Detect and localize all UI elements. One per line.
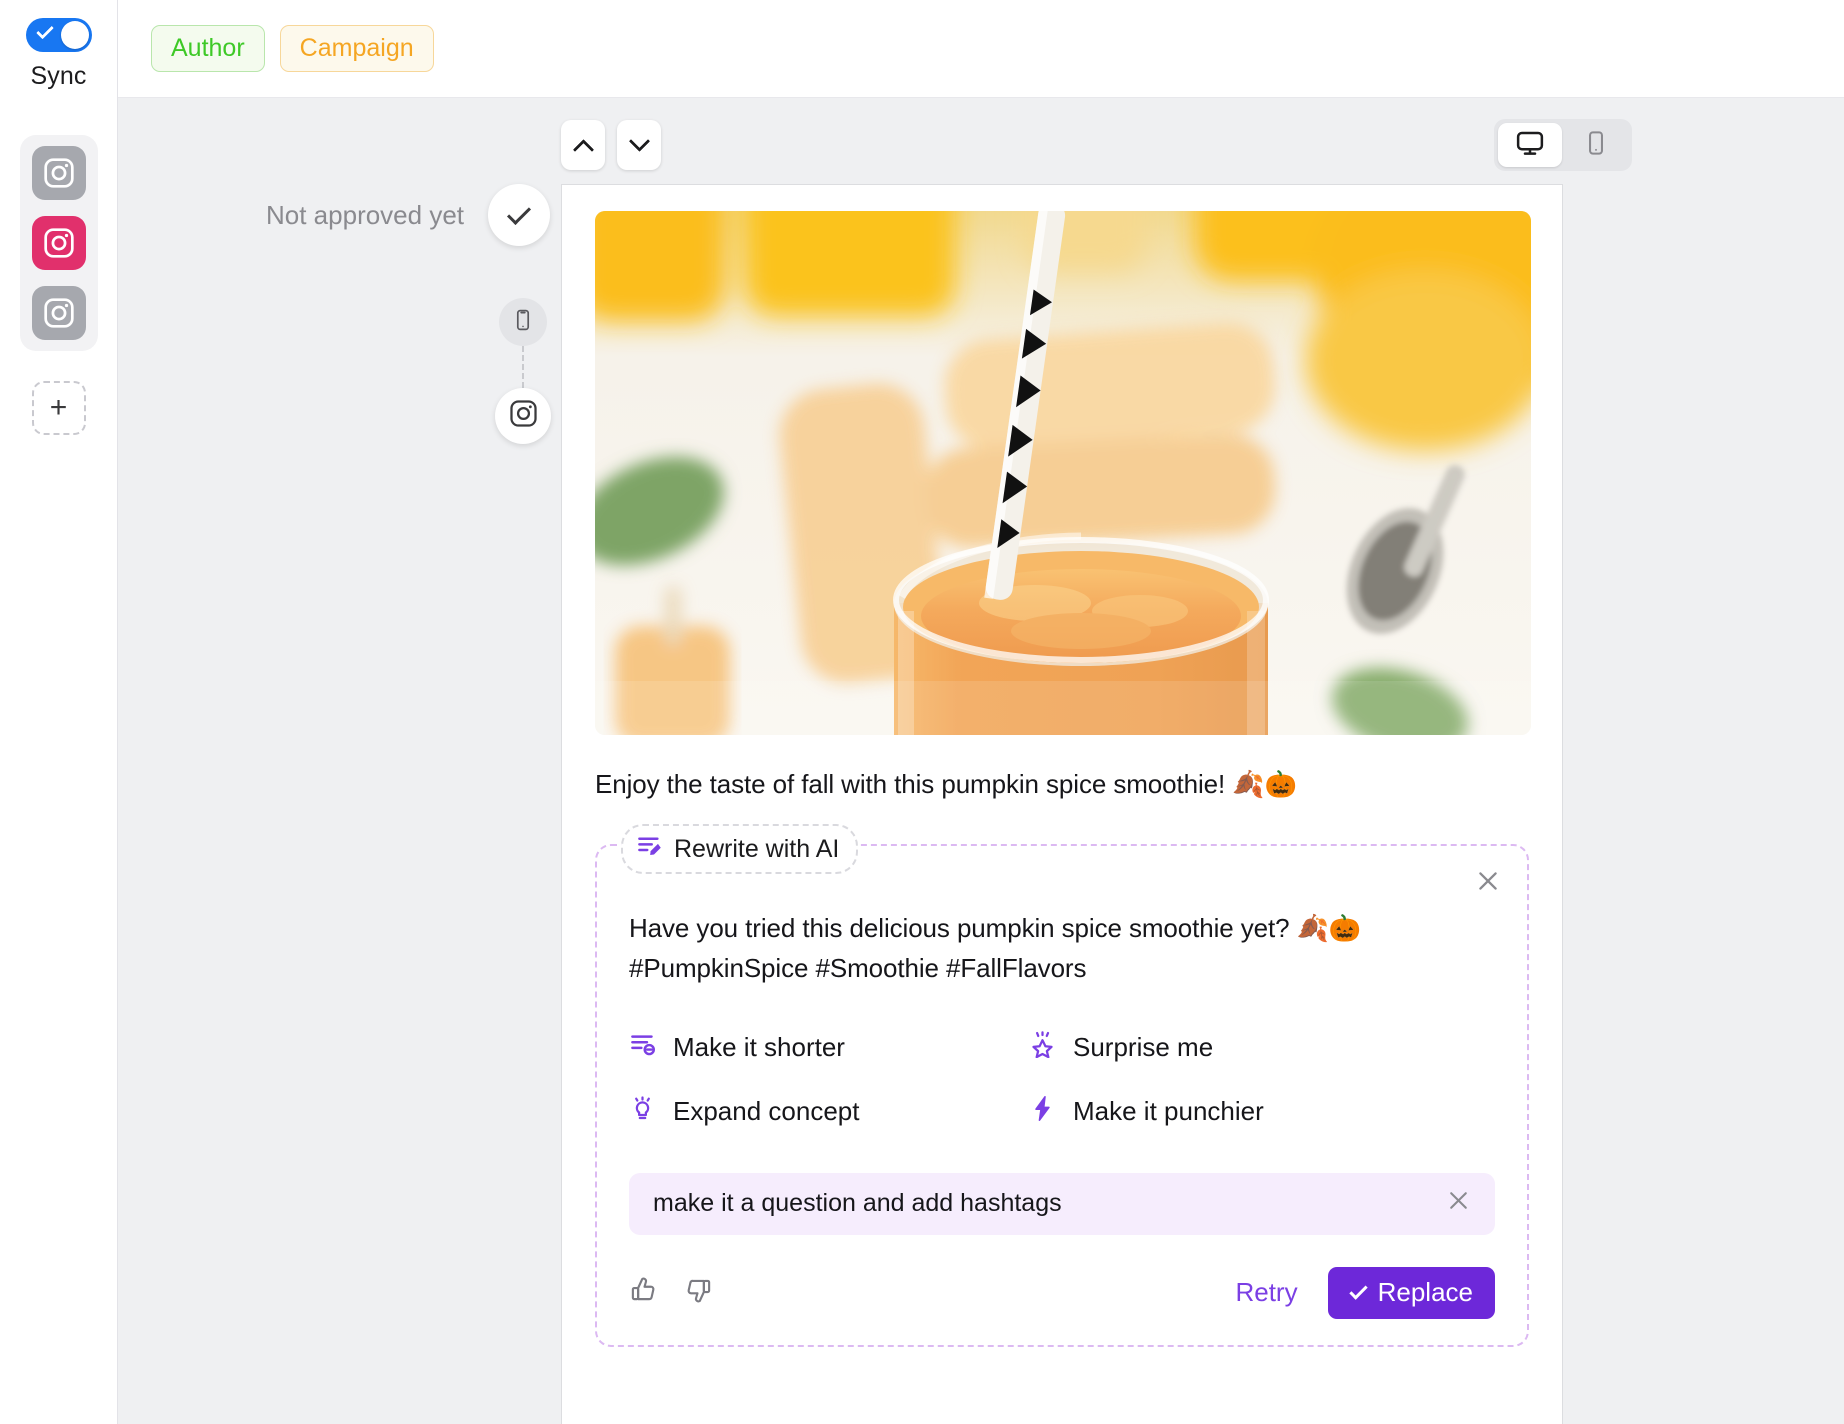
- replace-button[interactable]: Replace: [1327, 1266, 1495, 1319]
- chevron-up-icon: [572, 138, 594, 160]
- ai-action-label: Make it shorter: [673, 1032, 845, 1063]
- ai-action-surprise-me[interactable]: Surprise me: [1029, 1030, 1495, 1065]
- instagram-icon: [42, 296, 76, 330]
- rewrite-with-ai-label: Rewrite with AI: [674, 834, 840, 863]
- sidebar: Sync +: [0, 0, 118, 1424]
- shorten-icon: [629, 1031, 656, 1065]
- ai-feedback-group: [629, 1275, 713, 1310]
- main-area: Author Campaign Not approved yet Enjoy t…: [118, 0, 1844, 1424]
- lightning-icon: [1029, 1095, 1056, 1129]
- chip-author[interactable]: Author: [151, 25, 265, 72]
- check-icon: [506, 200, 532, 225]
- ai-action-label: Expand concept: [673, 1096, 860, 1127]
- sidebar-channel-instagram-2[interactable]: [31, 216, 86, 270]
- device-mobile-button[interactable]: [1564, 123, 1628, 167]
- app-root: Sync + Author Campaign Not approved yet …: [0, 0, 1844, 1424]
- ai-action-list: Make it shorter Surprise me Expand conce…: [629, 1030, 1495, 1129]
- close-icon: [1446, 1188, 1471, 1220]
- next-post-button[interactable]: [617, 120, 661, 170]
- post-preview-card: Enjoy the taste of fall with this pumpki…: [561, 184, 1563, 1424]
- close-icon: [1475, 868, 1501, 899]
- instagram-icon: [508, 398, 539, 434]
- thumbs-down-icon: [683, 1275, 713, 1310]
- instagram-icon: [42, 226, 76, 260]
- workspace: Not approved yet Enjoy the taste of fall…: [118, 98, 1844, 1424]
- desktop-icon: [1515, 128, 1545, 163]
- check-icon: [1348, 1281, 1368, 1300]
- thumbs-up-button[interactable]: [629, 1275, 659, 1310]
- post-image: [595, 211, 1531, 735]
- mobile-icon: [511, 308, 535, 337]
- device-desktop-button[interactable]: [1498, 123, 1562, 167]
- topbar: Author Campaign: [118, 0, 1844, 98]
- post-navigation: [561, 120, 661, 170]
- toggle-knob: [60, 21, 89, 49]
- sidebar-channel-instagram-3[interactable]: [31, 286, 86, 340]
- close-ai-panel-button[interactable]: [1471, 866, 1505, 900]
- post-caption: Enjoy the taste of fall with this pumpki…: [595, 769, 1297, 799]
- preview-device-indicator[interactable]: [499, 298, 547, 346]
- ai-prompt-value: make it a question and add hashtags: [653, 1189, 1062, 1218]
- rewrite-with-ai-badge: Rewrite with AI: [621, 824, 859, 875]
- ai-prompt-input[interactable]: make it a question and add hashtags: [629, 1172, 1495, 1235]
- sync-label: Sync: [30, 62, 87, 90]
- chip-campaign[interactable]: Campaign: [279, 25, 434, 72]
- sync-toggle[interactable]: [25, 18, 92, 52]
- thumbs-down-button[interactable]: [683, 1275, 713, 1310]
- ai-action-make-it-shorter[interactable]: Make it shorter: [629, 1031, 1029, 1065]
- ai-panel-footer: Retry Replace: [629, 1266, 1495, 1319]
- ai-panel-primary-actions: Retry Replace: [1229, 1266, 1495, 1319]
- rewrite-icon: [636, 832, 663, 866]
- approve-button[interactable]: [488, 184, 551, 246]
- lightbulb-icon: [629, 1095, 656, 1129]
- ai-action-make-it-punchier[interactable]: Make it punchier: [1029, 1095, 1495, 1129]
- mobile-icon: [1583, 130, 1609, 161]
- ai-action-expand-concept[interactable]: Expand concept: [629, 1095, 1029, 1129]
- thumbs-up-icon: [629, 1275, 659, 1310]
- previous-post-button[interactable]: [561, 120, 605, 170]
- replace-button-label: Replace: [1377, 1277, 1473, 1308]
- sparkle-star-icon: [1029, 1030, 1056, 1065]
- plus-icon: +: [49, 391, 68, 424]
- approval-row: Not approved yet: [266, 184, 551, 246]
- channel-list: [19, 135, 98, 351]
- add-channel-button[interactable]: +: [31, 381, 86, 435]
- connector-line: [522, 346, 524, 388]
- ai-suggestion-text: Have you tried this delicious pumpkin sp…: [629, 913, 1362, 984]
- sidebar-channel-instagram-1[interactable]: [31, 146, 86, 200]
- ai-action-label: Surprise me: [1073, 1032, 1214, 1063]
- preview-channel-indicator[interactable]: [495, 388, 551, 444]
- device-preview-toggle: [1494, 119, 1632, 171]
- preview-target-stack: [495, 298, 551, 444]
- approval-status-text: Not approved yet: [266, 199, 465, 230]
- chevron-down-icon: [628, 130, 650, 152]
- check-icon: [35, 21, 54, 40]
- rewrite-with-ai-panel: Rewrite with AI Have you tried this deli…: [595, 824, 1529, 1347]
- retry-button[interactable]: Retry: [1229, 1276, 1303, 1309]
- clear-prompt-button[interactable]: [1446, 1188, 1471, 1220]
- ai-action-label: Make it punchier: [1073, 1096, 1264, 1127]
- instagram-icon: [42, 156, 76, 190]
